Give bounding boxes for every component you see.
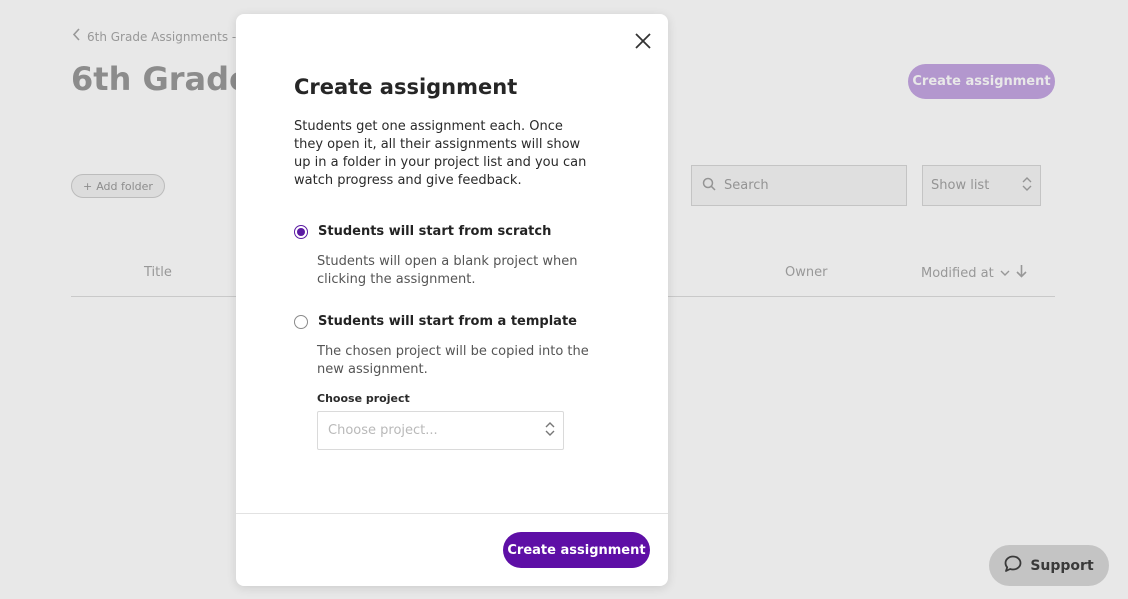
option-scratch-label: Students will start from scratch (318, 224, 552, 239)
dialog-description: Students get one assignment each. Once t… (294, 119, 587, 188)
updown-chevron-icon (545, 421, 555, 441)
support-label: Support (1030, 557, 1094, 574)
chat-bubble-icon (1004, 555, 1022, 577)
radio-scratch[interactable] (294, 224, 308, 239)
option-template-description: The chosen project will be copied into t… (317, 344, 589, 377)
create-assignment-dialog: Create assignment Students get one assig… (236, 14, 668, 586)
close-icon[interactable] (632, 30, 654, 52)
dialog-title: Create assignment (294, 75, 518, 99)
create-assignment-button[interactable]: Create assignment (503, 532, 650, 568)
option-start-from-template[interactable]: Students will start from a template (294, 314, 577, 329)
choose-project-placeholder: Choose project... (328, 423, 438, 438)
option-start-from-scratch[interactable]: Students will start from scratch (294, 224, 551, 239)
option-scratch-description: Students will open a blank project when … (317, 254, 578, 287)
choose-project-label: Choose project (317, 392, 410, 405)
dialog-footer-divider (236, 513, 668, 514)
option-template-label: Students will start from a template (318, 314, 577, 329)
choose-project-select[interactable]: Choose project... (317, 411, 564, 450)
radio-template[interactable] (294, 314, 308, 329)
support-button[interactable]: Support (989, 545, 1109, 586)
